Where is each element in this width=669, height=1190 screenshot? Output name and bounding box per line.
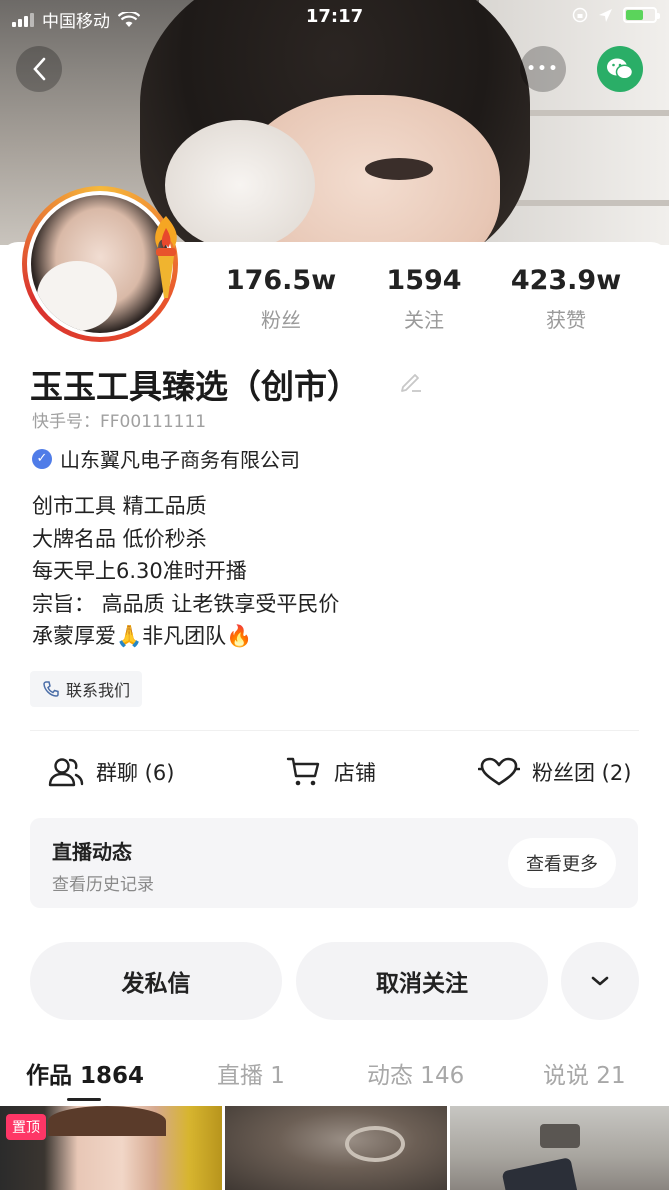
- more-button[interactable]: •••: [520, 46, 566, 92]
- cover-eye: [365, 158, 433, 180]
- fan-club-button[interactable]: 粉丝团 (2): [478, 750, 631, 794]
- unfollow-button[interactable]: 取消关注: [296, 942, 548, 1020]
- chevron-left-icon: [33, 57, 46, 81]
- bio-line: 每天早上6.30准时开播: [32, 559, 247, 583]
- more-dots-icon: •••: [526, 61, 560, 77]
- send-message-button[interactable]: 发私信: [30, 942, 282, 1020]
- contact-us-button[interactable]: 联系我们: [30, 671, 143, 707]
- works-grid: 置顶: [0, 1106, 669, 1190]
- work-thumbnail[interactable]: [225, 1106, 447, 1190]
- phone-icon: [43, 681, 59, 697]
- edit-pencil-icon[interactable]: [398, 368, 424, 394]
- group-chat-button[interactable]: 群聊 (6): [48, 750, 174, 794]
- work-thumbnail[interactable]: 置顶: [0, 1106, 222, 1190]
- divider: [30, 730, 639, 731]
- group-chat-label: 群聊 (6): [96, 761, 175, 785]
- orientation-lock-icon: [572, 7, 588, 23]
- content-tabs: 作品 1864 直播 1 动态 146 说说 21: [0, 1056, 669, 1102]
- company-name: 山东翼凡电子商务有限公司: [60, 448, 300, 472]
- stat-label: 粉丝: [261, 308, 301, 332]
- status-bar: 中国移动 17:17: [0, 0, 669, 34]
- work-thumbnail[interactable]: [450, 1106, 669, 1190]
- bio-line: 创市工具 精工品质: [32, 494, 207, 518]
- wechat-share-button[interactable]: [597, 46, 643, 92]
- back-button[interactable]: [16, 46, 62, 92]
- bio-line: 大牌名品 低价秒杀: [32, 526, 207, 551]
- shop-label: 店铺: [334, 761, 376, 785]
- profile-bio: 创市工具 精工品质 大牌名品 低价秒杀 每天早上6.30准时开播 宗旨： 高品质…: [32, 490, 339, 653]
- chevron-down-icon: [591, 976, 609, 986]
- action-row: 群聊 (6) 店铺 粉丝团 (2): [0, 750, 669, 794]
- bio-line: 承蒙厚爱🙏非凡团队🔥: [32, 624, 253, 648]
- torch-badge-icon: [155, 216, 177, 298]
- stat-label: 关注: [404, 308, 444, 332]
- tab-live[interactable]: 直播 1: [217, 1056, 285, 1090]
- stat-following[interactable]: 1594 关注: [375, 265, 473, 333]
- expand-button[interactable]: [561, 942, 639, 1020]
- stat-value: 1594: [386, 265, 462, 296]
- stat-label: 获赞: [546, 308, 586, 332]
- group-chat-icon: [48, 758, 84, 787]
- profile-name: 玉玉工具臻选（创市）: [30, 367, 360, 406]
- live-card-title: 直播动态: [52, 840, 132, 864]
- wechat-icon: [607, 58, 634, 80]
- stat-value: 176.5w: [225, 265, 337, 296]
- bio-line: 宗旨： 高品质 让老铁享受平民价: [32, 591, 340, 616]
- contact-label: 联系我们: [66, 681, 131, 700]
- cart-icon: [286, 757, 320, 786]
- live-card-subtitle: 查看历史记录: [52, 875, 154, 895]
- fan-club-heart-icon: [478, 757, 520, 786]
- status-time: 17:17: [305, 6, 364, 27]
- stat-value: 423.9w: [510, 265, 622, 296]
- battery-icon: [623, 7, 660, 23]
- stat-followers[interactable]: 176.5w 粉丝: [225, 265, 337, 333]
- kwai-id[interactable]: 快手号：FF00111111: [32, 407, 206, 432]
- active-tab-indicator: [67, 1098, 101, 1101]
- status-right: [572, 7, 660, 23]
- verified-company[interactable]: ✓ 山东翼凡电子商务有限公司: [32, 444, 300, 473]
- tab-posts[interactable]: 说说 21: [543, 1056, 626, 1090]
- tab-moments[interactable]: 动态 146: [367, 1056, 464, 1090]
- verified-check-icon: ✓: [32, 448, 52, 469]
- live-history-card[interactable]: 直播动态 查看历史记录 查看更多: [30, 818, 638, 908]
- cover-hand: [165, 120, 315, 245]
- stat-likes[interactable]: 423.9w 获赞: [505, 265, 627, 333]
- location-icon: [599, 8, 612, 22]
- fan-club-label: 粉丝团 (2): [532, 761, 632, 785]
- view-more-button[interactable]: 查看更多: [508, 838, 616, 888]
- pinned-badge: 置顶: [6, 1114, 46, 1140]
- tab-works[interactable]: 作品 1864: [26, 1056, 144, 1090]
- shop-button[interactable]: 店铺: [286, 750, 376, 794]
